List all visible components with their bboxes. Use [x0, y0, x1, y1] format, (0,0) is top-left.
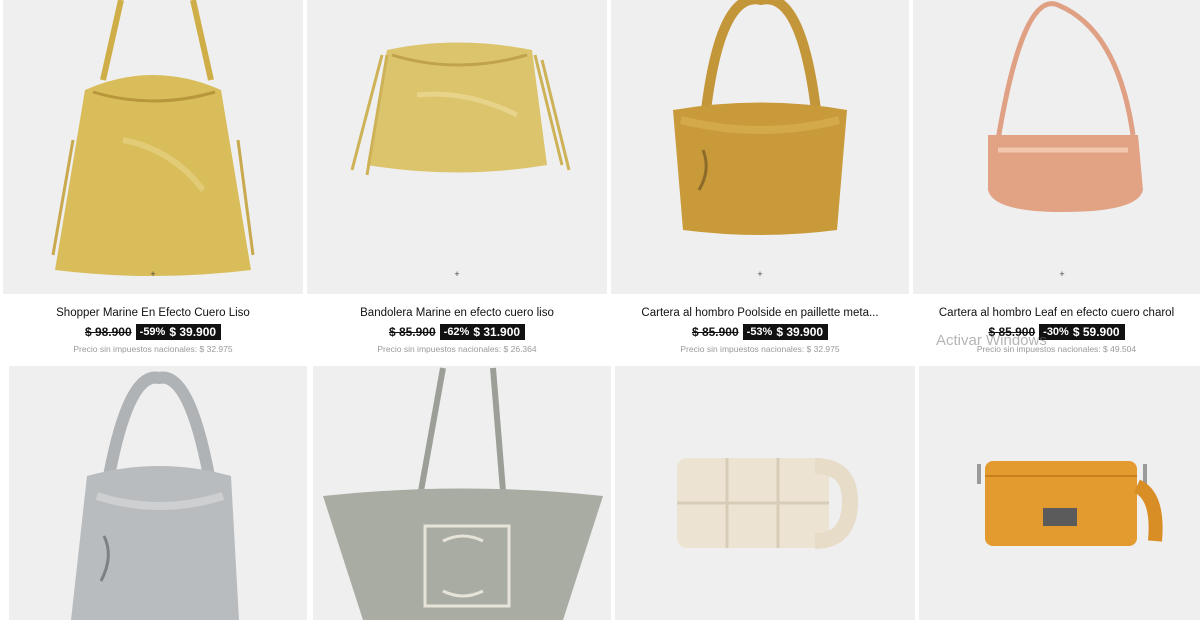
original-price: $ 85.900 [388, 325, 436, 339]
sale-badge: -62% $ 31.900 [439, 324, 526, 340]
product-card[interactable]: + Cartera al hombro Leaf en efecto cuero… [913, 0, 1200, 360]
product-image[interactable]: + [913, 0, 1200, 294]
sale-badge: -59% $ 39.900 [135, 324, 222, 340]
net-price-note: Precio sin impuestos nacionales: $ 32.97… [680, 344, 840, 354]
price-row: $ 85.900 -30% $ 59.900 [913, 323, 1200, 341]
sale-price: $ 39.900 [169, 325, 217, 339]
discount-percent: -59% [139, 326, 166, 338]
discount-percent: -53% [746, 326, 773, 338]
original-price: $ 98.900 [84, 325, 132, 339]
original-price: $ 85.900 [988, 325, 1036, 339]
product-card[interactable]: + Cartera al hombro Poolside en paillett… [611, 0, 909, 360]
sale-price: $ 31.900 [473, 325, 521, 339]
crossbody-bag-illustration [350, 42, 571, 176]
price-row: $ 98.900 -59% $ 39.900 [3, 323, 303, 341]
discount-percent: -62% [443, 326, 470, 338]
price-row: $ 85.900 -53% $ 39.900 [611, 323, 909, 341]
product-card[interactable]: + Bandolera Marine en efecto cuero liso … [307, 0, 607, 360]
woven-crossbody-bag-illustration [677, 458, 859, 549]
sale-badge: -53% $ 39.900 [742, 324, 829, 340]
product-image[interactable] [9, 366, 307, 620]
product-card[interactable] [313, 366, 611, 620]
product-info: Cartera al hombro Poolside en paillette … [611, 305, 909, 355]
product-card[interactable]: + Shopper Marine En Efecto Cuero Liso $ … [3, 0, 303, 360]
orange-crossbody-bag-illustration [977, 461, 1163, 546]
net-price-note: Precio sin impuestos nacionales: $ 32.97… [73, 344, 233, 354]
product-card[interactable] [615, 366, 915, 620]
product-name[interactable]: Bandolera Marine en efecto cuero liso [307, 305, 607, 321]
product-image[interactable] [615, 366, 915, 620]
net-price-note: Precio sin impuestos nacionales: $ 49.50… [976, 344, 1137, 354]
product-card[interactable] [9, 366, 307, 620]
silver-sequin-bag-illustration [71, 371, 239, 620]
product-card[interactable] [919, 366, 1200, 620]
sequin-shoulder-bag-illustration [673, 0, 847, 235]
shopper-bag-illustration [51, 0, 255, 276]
product-grid: + Shopper Marine En Efecto Cuero Liso $ … [0, 0, 1200, 620]
product-info: Shopper Marine En Efecto Cuero Liso $ 98… [3, 305, 303, 355]
product-name[interactable]: Cartera al hombro Leaf en efecto cuero c… [913, 305, 1200, 321]
carousel-dot[interactable]: + [150, 270, 156, 279]
product-image[interactable]: + [3, 0, 303, 294]
carousel-dot[interactable]: + [1059, 270, 1065, 279]
carousel-dot[interactable]: + [454, 270, 460, 279]
product-name[interactable]: Shopper Marine En Efecto Cuero Liso [3, 305, 303, 321]
price-row: $ 85.900 -62% $ 31.900 [307, 323, 607, 341]
product-info: Bandolera Marine en efecto cuero liso $ … [307, 305, 607, 355]
product-image[interactable] [313, 366, 611, 620]
product-name[interactable]: Cartera al hombro Poolside en paillette … [611, 305, 909, 321]
canvas-tote-illustration [323, 367, 603, 620]
sale-badge: -30% $ 59.900 [1039, 324, 1125, 340]
discount-percent: -30% [1043, 326, 1069, 338]
product-info: Cartera al hombro Leaf en efecto cuero c… [913, 305, 1200, 355]
sale-price: $ 39.900 [776, 325, 824, 339]
sale-price: $ 59.900 [1072, 325, 1120, 339]
net-price-note: Precio sin impuestos nacionales: $ 26.36… [377, 344, 537, 354]
product-image[interactable]: + [307, 0, 607, 294]
leaf-shoulder-bag-illustration [988, 1, 1143, 212]
product-image[interactable]: + [611, 0, 909, 294]
carousel-dot[interactable]: + [757, 270, 763, 279]
original-price: $ 85.900 [691, 325, 739, 339]
product-image[interactable] [919, 366, 1200, 620]
